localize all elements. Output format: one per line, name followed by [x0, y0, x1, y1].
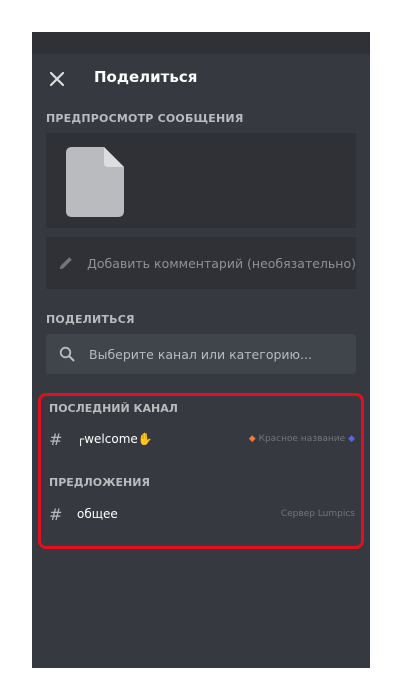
comment-placeholder: Добавить комментарий (необязательно) [87, 255, 356, 271]
page-title: Поделиться [94, 68, 198, 86]
orange-diamond-icon: ◆ [248, 434, 256, 444]
suggested-channel-item[interactable]: # общее Сервер Lumpics [41, 500, 361, 530]
status-bar [32, 32, 370, 54]
search-icon [59, 346, 75, 362]
search-placeholder: Выберите канал или категорию... [89, 346, 312, 362]
close-icon [50, 72, 64, 86]
pencil-icon [59, 257, 72, 270]
channel-name: общее [77, 507, 118, 521]
close-button[interactable] [44, 66, 70, 92]
share-label: ПОДЕЛИТЬСЯ [46, 313, 135, 326]
channel-server: Сервер Lumpics [280, 509, 355, 519]
recent-channel-label: ПОСЛЕДНИЙ КАНАЛ [49, 402, 178, 415]
preview-label: ПРЕДПРОСМОТР СООБЩЕНИЯ [46, 112, 244, 125]
hash-icon: # [49, 505, 63, 524]
suggestions-label: ПРЕДЛОЖЕНИЯ [49, 476, 150, 489]
file-icon [66, 147, 124, 217]
channel-search-input[interactable]: Выберите канал или категорию... [46, 334, 356, 374]
recent-channel-item[interactable]: # ┌welcome✋ ◆ Красное название ◆ [41, 425, 361, 455]
channel-server: ◆ Красное название ◆ [248, 434, 355, 444]
share-screen: Поделиться ПРЕДПРОСМОТР СООБЩЕНИЯ Добави… [32, 32, 370, 668]
channel-name: ┌welcome✋ [77, 432, 153, 446]
channel-results: ПОСЛЕДНИЙ КАНАЛ # ┌welcome✋ ◆ Красное на… [38, 393, 364, 549]
blue-diamond-icon: ◆ [348, 434, 355, 444]
message-preview [46, 133, 356, 228]
comment-field[interactable]: Добавить комментарий (необязательно) [46, 237, 356, 289]
header: Поделиться [32, 54, 370, 104]
hash-icon: # [49, 430, 63, 449]
